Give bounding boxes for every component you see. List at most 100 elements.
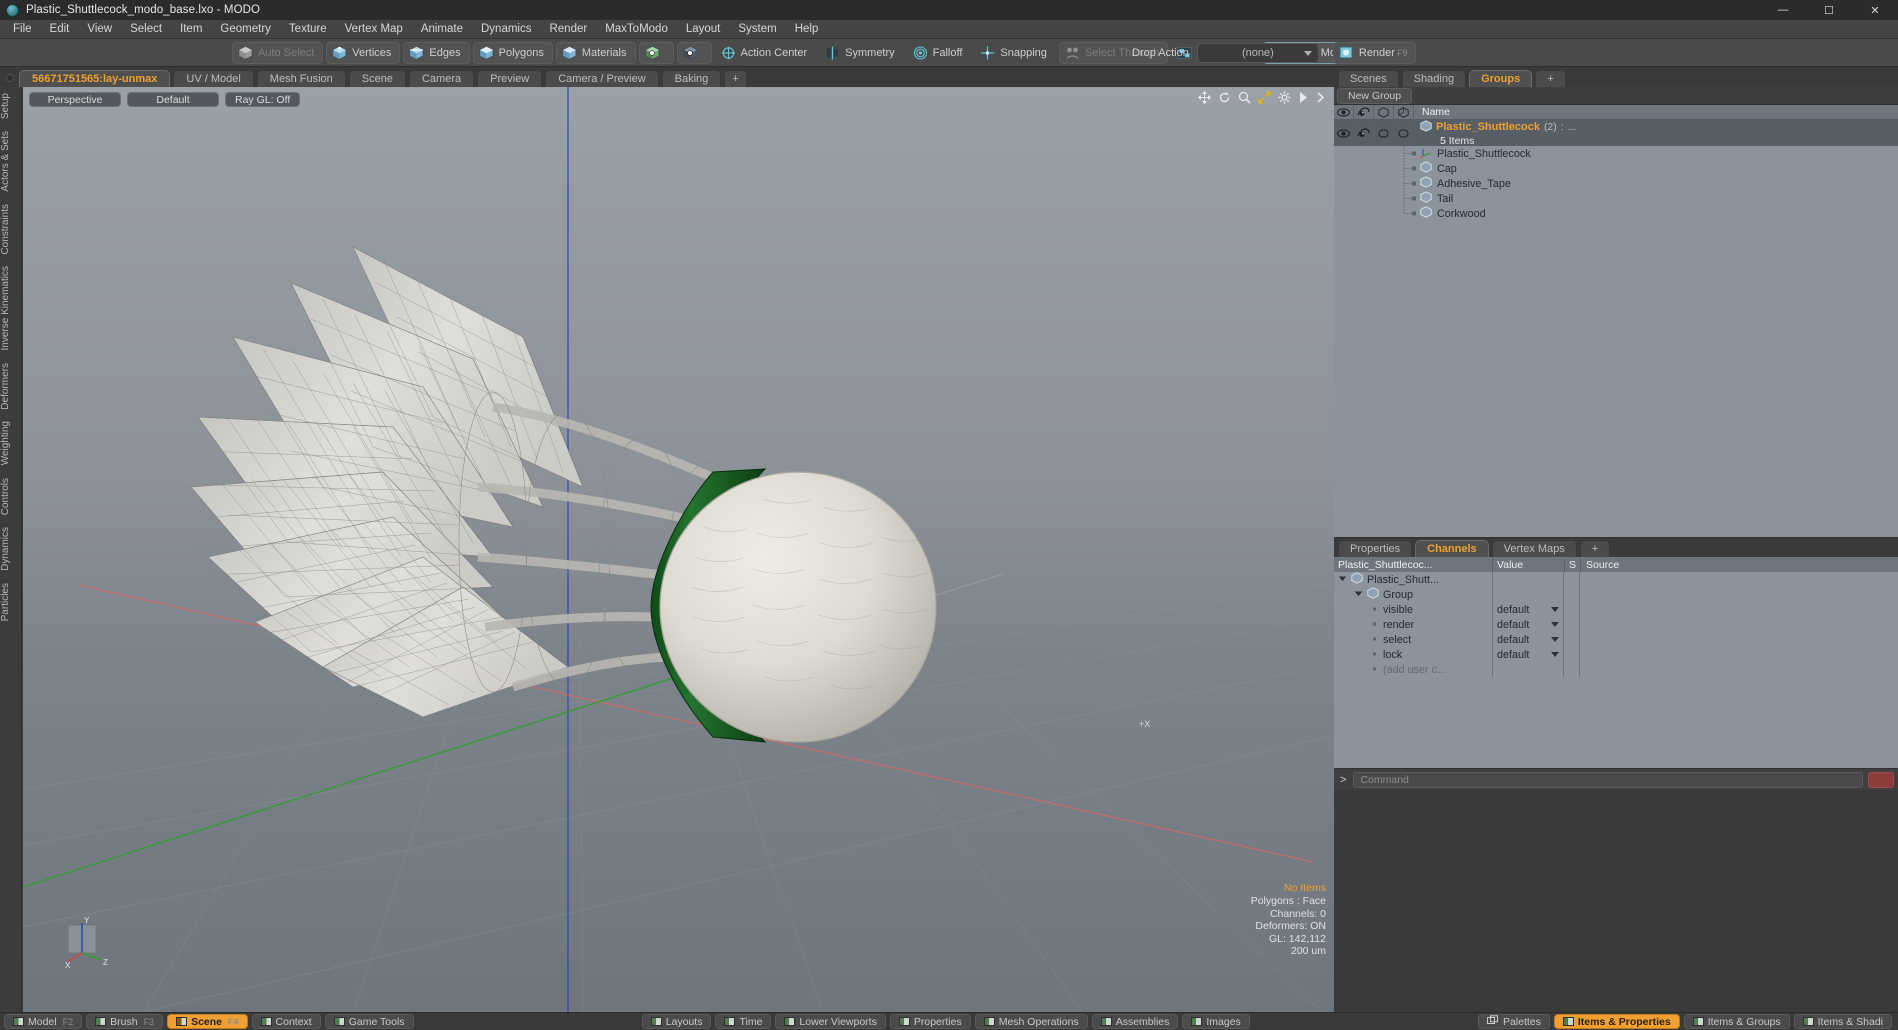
toolbar-snapping-button[interactable]: Snapping bbox=[974, 42, 1056, 64]
viewport-tab-camera-preview[interactable]: Camera / Preview bbox=[545, 70, 659, 87]
channel-row[interactable]: Group bbox=[1334, 587, 1898, 602]
channel-row[interactable]: (add user c... bbox=[1334, 662, 1898, 677]
mode-button-context[interactable]: Context bbox=[251, 1014, 321, 1029]
channel-row[interactable]: render default bbox=[1334, 617, 1898, 632]
viewport-tab-camera[interactable]: Camera bbox=[408, 70, 475, 87]
viewport-tab-56671751565-lay-unmax[interactable]: 56671751565:lay-unmax bbox=[19, 70, 171, 87]
tab--[interactable]: + bbox=[1579, 540, 1611, 557]
gear-icon[interactable] bbox=[1278, 91, 1291, 109]
toolbar-vertices-button[interactable]: Vertices bbox=[326, 42, 401, 64]
tree-child-row[interactable]: Tail bbox=[1334, 191, 1898, 206]
menu-item-system[interactable]: System bbox=[729, 20, 785, 39]
channel-value-cell[interactable]: default bbox=[1492, 647, 1564, 662]
toolbar-sphere-dark-button[interactable] bbox=[676, 42, 712, 64]
tree-child-row[interactable]: Corkwood bbox=[1334, 206, 1898, 221]
tab-groups[interactable]: Groups bbox=[1469, 70, 1533, 87]
channel-row[interactable]: visible default bbox=[1334, 602, 1898, 617]
toolbar-edges-button[interactable]: Edges bbox=[403, 42, 470, 64]
toolbar-auto-select-button[interactable]: Auto Select bbox=[232, 42, 324, 64]
play-icon[interactable] bbox=[1298, 91, 1309, 109]
3d-viewport[interactable]: +X Perspective Default Ray GL: Off Y X Z… bbox=[23, 87, 1334, 1013]
rail-item-particles[interactable]: Particles bbox=[0, 577, 22, 627]
maximize-button[interactable]: ☐ bbox=[1806, 0, 1852, 20]
panel-toggle-layouts[interactable]: Layouts bbox=[641, 1014, 712, 1029]
view-mode-button[interactable]: Perspective bbox=[29, 92, 121, 107]
pan-icon[interactable] bbox=[1197, 90, 1212, 109]
viewport-tab-uv-model[interactable]: UV / Model bbox=[173, 70, 254, 87]
layout-button-palettes[interactable]: Palettes bbox=[1477, 1014, 1550, 1029]
mode-button-brush[interactable]: Brush F3 bbox=[86, 1014, 164, 1029]
rail-item-inverse-kinematics[interactable]: Inverse Kinematics bbox=[0, 260, 22, 356]
tab--[interactable]: + bbox=[1535, 70, 1566, 87]
menu-item-render[interactable]: Render bbox=[540, 20, 596, 39]
toolbar-polygons-button[interactable]: Polygons bbox=[472, 42, 553, 64]
tree-row-selected[interactable]: Plastic_Shuttlecock (2):... 5 Items bbox=[1334, 119, 1898, 147]
fit-icon[interactable] bbox=[1258, 91, 1271, 109]
toolbar-falloff-button[interactable]: Falloff bbox=[907, 42, 972, 64]
row-render-toggle[interactable] bbox=[1354, 120, 1374, 146]
channel-row[interactable]: lock default bbox=[1334, 647, 1898, 662]
channel-value-cell[interactable]: default bbox=[1492, 602, 1564, 617]
viewport-tab-mesh-fusion[interactable]: Mesh Fusion bbox=[256, 70, 346, 87]
channel-row[interactable]: Plastic_Shutt... bbox=[1334, 572, 1898, 587]
expander-down-icon[interactable] bbox=[1354, 589, 1363, 601]
zoom-icon[interactable] bbox=[1238, 91, 1251, 109]
menu-item-edit[interactable]: Edit bbox=[41, 20, 79, 39]
layout-button-items-shadi[interactable]: Items & Shadi bbox=[1793, 1014, 1893, 1029]
menu-item-layout[interactable]: Layout bbox=[677, 20, 730, 39]
shading-style-button[interactable]: Default bbox=[127, 92, 219, 107]
menu-item-select[interactable]: Select bbox=[121, 20, 171, 39]
layout-button-items-groups[interactable]: Items & Groups bbox=[1683, 1014, 1790, 1029]
rail-item-constraints[interactable]: Constraints bbox=[0, 198, 22, 261]
panel-toggle-assemblies[interactable]: Assemblies bbox=[1091, 1014, 1179, 1029]
render-button[interactable]: Render F9 bbox=[1332, 42, 1417, 64]
tab-properties[interactable]: Properties bbox=[1338, 540, 1413, 557]
panel-toggle-time[interactable]: Time bbox=[715, 1014, 772, 1029]
tree-child-row[interactable]: Plastic_Shuttlecock bbox=[1334, 146, 1898, 161]
new-group-button[interactable]: New Group bbox=[1337, 87, 1413, 104]
toolbar-symmetry-button[interactable]: Symmetry bbox=[819, 42, 904, 64]
menu-item-animate[interactable]: Animate bbox=[412, 20, 472, 39]
row-eye-toggle[interactable] bbox=[1334, 120, 1354, 146]
tab-shading[interactable]: Shading bbox=[1401, 70, 1467, 87]
panel-toggle-images[interactable]: Images bbox=[1182, 1014, 1250, 1029]
channel-value-cell[interactable]: default bbox=[1492, 632, 1564, 647]
command-input[interactable]: Command bbox=[1353, 771, 1863, 788]
mode-button-game-tools[interactable]: Game Tools bbox=[324, 1014, 414, 1029]
panel-toggle-mesh-operations[interactable]: Mesh Operations bbox=[974, 1014, 1088, 1029]
channel-row[interactable]: select default bbox=[1334, 632, 1898, 647]
toolbar-sphere-green-button[interactable] bbox=[638, 42, 674, 64]
menu-item-file[interactable]: File bbox=[4, 20, 41, 39]
menu-item-dynamics[interactable]: Dynamics bbox=[472, 20, 540, 39]
rail-item-setup[interactable]: Setup bbox=[0, 87, 22, 125]
close-button[interactable]: ✕ bbox=[1852, 0, 1898, 20]
mode-button-model[interactable]: Model F2 bbox=[4, 1014, 83, 1029]
menu-item-item[interactable]: Item bbox=[171, 20, 211, 39]
drop-action-dropdown[interactable]: (none) bbox=[1196, 43, 1319, 63]
rail-item-dynamics[interactable]: Dynamics bbox=[0, 521, 22, 577]
tree-child-row[interactable]: Adhesive_Tape bbox=[1334, 176, 1898, 191]
tab-channels[interactable]: Channels bbox=[1415, 540, 1489, 557]
rail-item-weighting[interactable]: Weighting bbox=[0, 415, 22, 471]
viewport-tab-baking[interactable]: Baking bbox=[661, 70, 722, 87]
viewport-tab-preview[interactable]: Preview bbox=[477, 70, 543, 87]
menu-item-geometry[interactable]: Geometry bbox=[211, 20, 280, 39]
minimize-button[interactable]: — bbox=[1760, 0, 1806, 20]
tab-menu-icon[interactable] bbox=[6, 74, 14, 82]
rail-item-deformers[interactable]: Deformers bbox=[0, 357, 22, 416]
tab-vertex-maps[interactable]: Vertex Maps bbox=[1491, 540, 1577, 557]
menu-item-help[interactable]: Help bbox=[786, 20, 828, 39]
rotate-icon[interactable] bbox=[1218, 91, 1231, 109]
row-select-toggle[interactable] bbox=[1374, 120, 1394, 146]
command-record-button[interactable] bbox=[1868, 771, 1894, 788]
rail-item-actors-sets[interactable]: Actors & Sets bbox=[0, 125, 22, 198]
panel-toggle-lower-viewports[interactable]: Lower Viewports bbox=[775, 1014, 886, 1029]
channel-value-cell[interactable]: default bbox=[1492, 617, 1564, 632]
expander-down-icon[interactable] bbox=[1338, 574, 1347, 586]
viewport-tab--[interactable]: + bbox=[724, 70, 747, 87]
item-tree[interactable]: Name Plastic_Shuttlecock (2):... 5 Items Pl… bbox=[1334, 105, 1898, 537]
channels-rows[interactable]: Plastic_Shutt... Group visible default rende… bbox=[1334, 572, 1898, 768]
tab-scenes[interactable]: Scenes bbox=[1338, 70, 1399, 87]
panel-toggle-properties[interactable]: Properties bbox=[889, 1014, 971, 1029]
menu-item-maxtomodo[interactable]: MaxToModo bbox=[596, 20, 677, 39]
